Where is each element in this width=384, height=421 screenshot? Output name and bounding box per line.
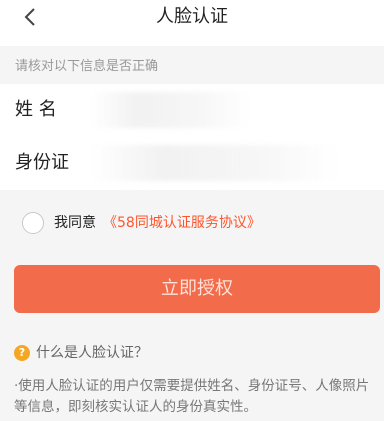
page-title: 人脸认证: [156, 6, 228, 27]
name-value-blurred: [90, 92, 250, 128]
faq-description: ·使用人脸认证的用户仅需要提供姓名、身份证号、人像照片等信息，即刻核实认证人的身…: [14, 378, 370, 415]
agree-label: 我同意: [54, 215, 96, 231]
faq-title[interactable]: 什么是人脸认证？: [36, 344, 236, 362]
name-label: 姓 名: [15, 99, 57, 120]
name-row: 姓 名: [0, 84, 384, 137]
agree-checkbox[interactable]: [22, 212, 44, 234]
nav-bar: 人脸认证: [0, 0, 384, 46]
authorize-button[interactable]: 立即授权: [14, 265, 380, 313]
identity-form: 姓 名 身份证: [0, 84, 384, 190]
agreement-row: 我同意 《58同城认证服务协议》: [0, 198, 384, 248]
id-label: 身份证: [15, 152, 69, 173]
id-row: 身份证: [0, 137, 384, 190]
id-value-blurred: [90, 145, 340, 181]
question-icon: ?: [14, 345, 30, 361]
agreement-link[interactable]: 《58同城认证服务协议》: [103, 214, 261, 232]
verify-hint: 请核对以下信息是否正确: [15, 59, 159, 74]
